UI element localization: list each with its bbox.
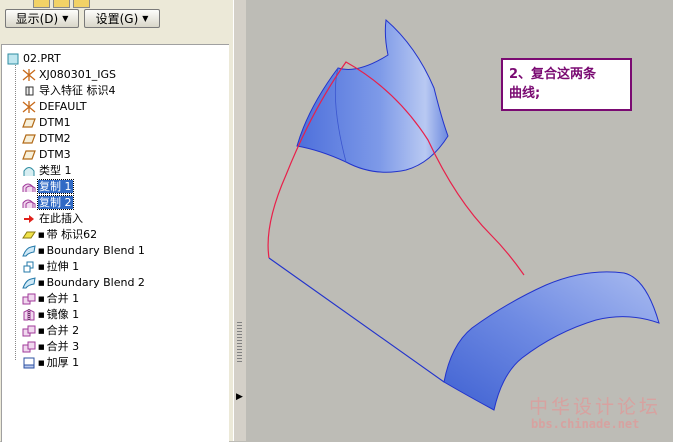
tree-item-thicken-1[interactable]: ■ 加厚 1	[22, 355, 80, 370]
tree-item-label: 拉伸 1	[46, 260, 80, 273]
tree-item-dtm2[interactable]: DTM2	[22, 131, 72, 146]
feature-marker-icon: ■	[38, 342, 45, 351]
tree-item-mirror-1[interactable]: ■ 镜像 1	[22, 307, 80, 322]
datum-plane-icon	[22, 133, 36, 144]
tree-item-label: 合并 2	[46, 324, 80, 337]
tree-item-merge-1[interactable]: ■ 合并 1	[22, 291, 80, 306]
tree-item-merge-2[interactable]: ■ 合并 2	[22, 323, 80, 338]
tree-item-ribbon[interactable]: ■ 带 标识62	[22, 227, 98, 242]
tree-item-coordinate-system[interactable]: XJ080301_IGS	[22, 67, 117, 82]
copied-surface-bottom[interactable]	[443, 271, 660, 411]
merge-icon	[22, 325, 36, 336]
insert-here-arrow-icon	[24, 214, 34, 223]
tree-item-label: 加厚 1	[46, 356, 80, 369]
feature-marker-icon: ■	[38, 262, 45, 271]
model-tree-tab-icon[interactable]	[33, 0, 50, 8]
tree-item-import-feature[interactable]: 导入特征 标识4	[22, 83, 117, 98]
show-menu-shortcut: (D)	[39, 11, 59, 26]
tree-item-label: DTM3	[39, 148, 71, 161]
extrude-icon	[23, 261, 34, 272]
boundary-edge-line[interactable]	[268, 257, 445, 383]
tree-item-label: 在此插入	[39, 212, 83, 225]
boundary-blend-icon	[22, 244, 36, 256]
tree-item-label: 合并 1	[46, 292, 80, 305]
tree-item-label: Boundary Blend 1	[46, 244, 145, 257]
panel-splitter[interactable]: ▶	[233, 0, 247, 441]
boundary-blend-icon	[22, 276, 36, 288]
model-tree: 02.PRT XJ080301_IGS 导入特征 标识4 DEFAULT DTM…	[1, 44, 229, 442]
navigator-tab-strip	[0, 0, 233, 8]
tree-item-dtm1[interactable]: DTM1	[22, 115, 72, 130]
surface-icon	[23, 166, 35, 176]
tree-connector-line	[15, 65, 16, 360]
watermark-title: 中华设计论坛	[529, 396, 662, 418]
tree-item-label: DTM2	[39, 132, 71, 145]
datum-plane-icon	[22, 117, 36, 128]
copied-surface-top[interactable]	[296, 19, 449, 173]
mirror-icon	[23, 308, 35, 321]
ribbon-icon	[22, 231, 36, 238]
folder-browser-tab-icon[interactable]	[53, 0, 70, 8]
part-icon	[7, 53, 19, 64]
settings-menu-shortcut: (G)	[119, 11, 139, 26]
tree-item-default-csys[interactable]: DEFAULT	[22, 99, 88, 114]
settings-dropdown-icon: ▼	[142, 14, 149, 23]
model-tree-panel: 显示 (D) ▼ 设置 (G) ▼ 02.PRT XJ080301_IGS 导入特征 标…	[0, 0, 233, 442]
tree-item-boundary-blend-1[interactable]: ■ Boundary Blend 1	[22, 243, 146, 258]
feature-marker-icon: ■	[38, 230, 45, 239]
note-line-1: 2、复合这两条	[509, 67, 597, 82]
tree-item-label: 带 标识62	[46, 228, 98, 241]
note-line-2: 曲线;	[509, 86, 541, 101]
tree-item-merge-3[interactable]: ■ 合并 3	[22, 339, 80, 354]
tree-item-label: 复制 2	[37, 195, 74, 210]
coordinate-system-icon	[22, 68, 36, 81]
thicken-icon	[23, 357, 35, 368]
tree-item-label: DTM1	[39, 116, 71, 129]
forum-watermark: 中华设计论坛 bbs.chinade.net	[527, 392, 667, 436]
feature-marker-icon: ■	[38, 326, 45, 335]
tree-item-label: 02.PRT	[23, 52, 61, 65]
feature-marker-icon: ■	[38, 358, 45, 367]
copy-surface-icon	[22, 183, 36, 192]
settings-menu-button[interactable]: 设置 (G) ▼	[84, 9, 160, 28]
copy-surface-icon	[22, 199, 36, 208]
tree-item-dtm3[interactable]: DTM3	[22, 147, 72, 162]
coordinate-system-icon	[22, 100, 36, 113]
tree-item-label: XJ080301_IGS	[39, 68, 117, 81]
tree-item-label: 类型 1	[39, 164, 72, 177]
tree-toolbar: 显示 (D) ▼ 设置 (G) ▼	[0, 8, 233, 30]
instruction-note: 2、复合这两条 曲线;	[501, 58, 632, 111]
tree-item-insert-here[interactable]: 在此插入	[22, 211, 84, 226]
tree-item-copy-2[interactable]: 复制 2	[22, 195, 74, 210]
merge-icon	[22, 293, 36, 304]
show-dropdown-icon: ▼	[62, 14, 69, 23]
tree-item-type-1[interactable]: 类型 1	[22, 163, 73, 178]
show-menu-label: 显示	[15, 12, 40, 26]
tree-item-label: 镜像 1	[46, 308, 80, 321]
tree-item-boundary-blend-2[interactable]: ■ Boundary Blend 2	[22, 275, 146, 290]
tree-root-part[interactable]: 02.PRT	[6, 51, 62, 66]
tree-item-label: 合并 3	[46, 340, 80, 353]
import-feature-icon	[25, 86, 34, 95]
feature-marker-icon: ■	[38, 294, 45, 303]
splitter-grip[interactable]	[237, 322, 242, 362]
datum-plane-icon	[22, 149, 36, 160]
feature-marker-icon: ■	[38, 278, 45, 287]
tree-item-label: 复制 1	[37, 179, 74, 194]
feature-marker-icon: ■	[38, 246, 45, 255]
tree-item-extrude-1[interactable]: ■ 拉伸 1	[22, 259, 80, 274]
tree-item-label: DEFAULT	[39, 100, 87, 113]
tree-item-copy-1[interactable]: 复制 1	[22, 179, 74, 194]
merge-icon	[22, 341, 36, 352]
settings-menu-label: 设置	[95, 12, 120, 26]
favorites-tab-icon[interactable]	[73, 0, 90, 8]
tree-item-label: Boundary Blend 2	[46, 276, 145, 289]
feature-marker-icon: ■	[38, 310, 45, 319]
show-menu-button[interactable]: 显示 (D) ▼	[5, 9, 79, 28]
collapse-arrow-icon[interactable]: ▶	[236, 392, 243, 402]
watermark-url: bbs.chinade.net	[531, 417, 640, 431]
tree-item-label: 导入特征 标识4	[39, 84, 116, 97]
